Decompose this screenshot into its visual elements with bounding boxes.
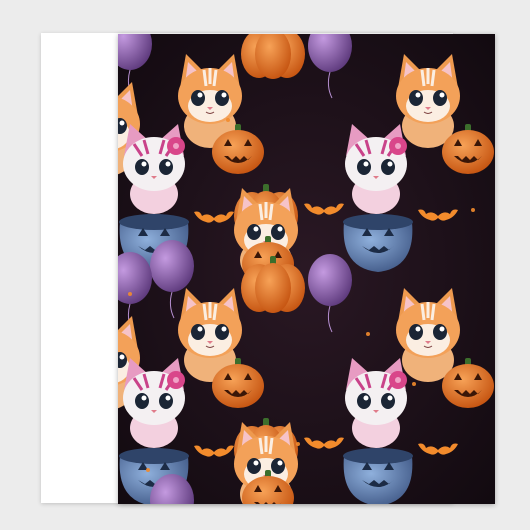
pattern-artwork: [118, 34, 495, 504]
card-front-pattern: [118, 34, 495, 504]
